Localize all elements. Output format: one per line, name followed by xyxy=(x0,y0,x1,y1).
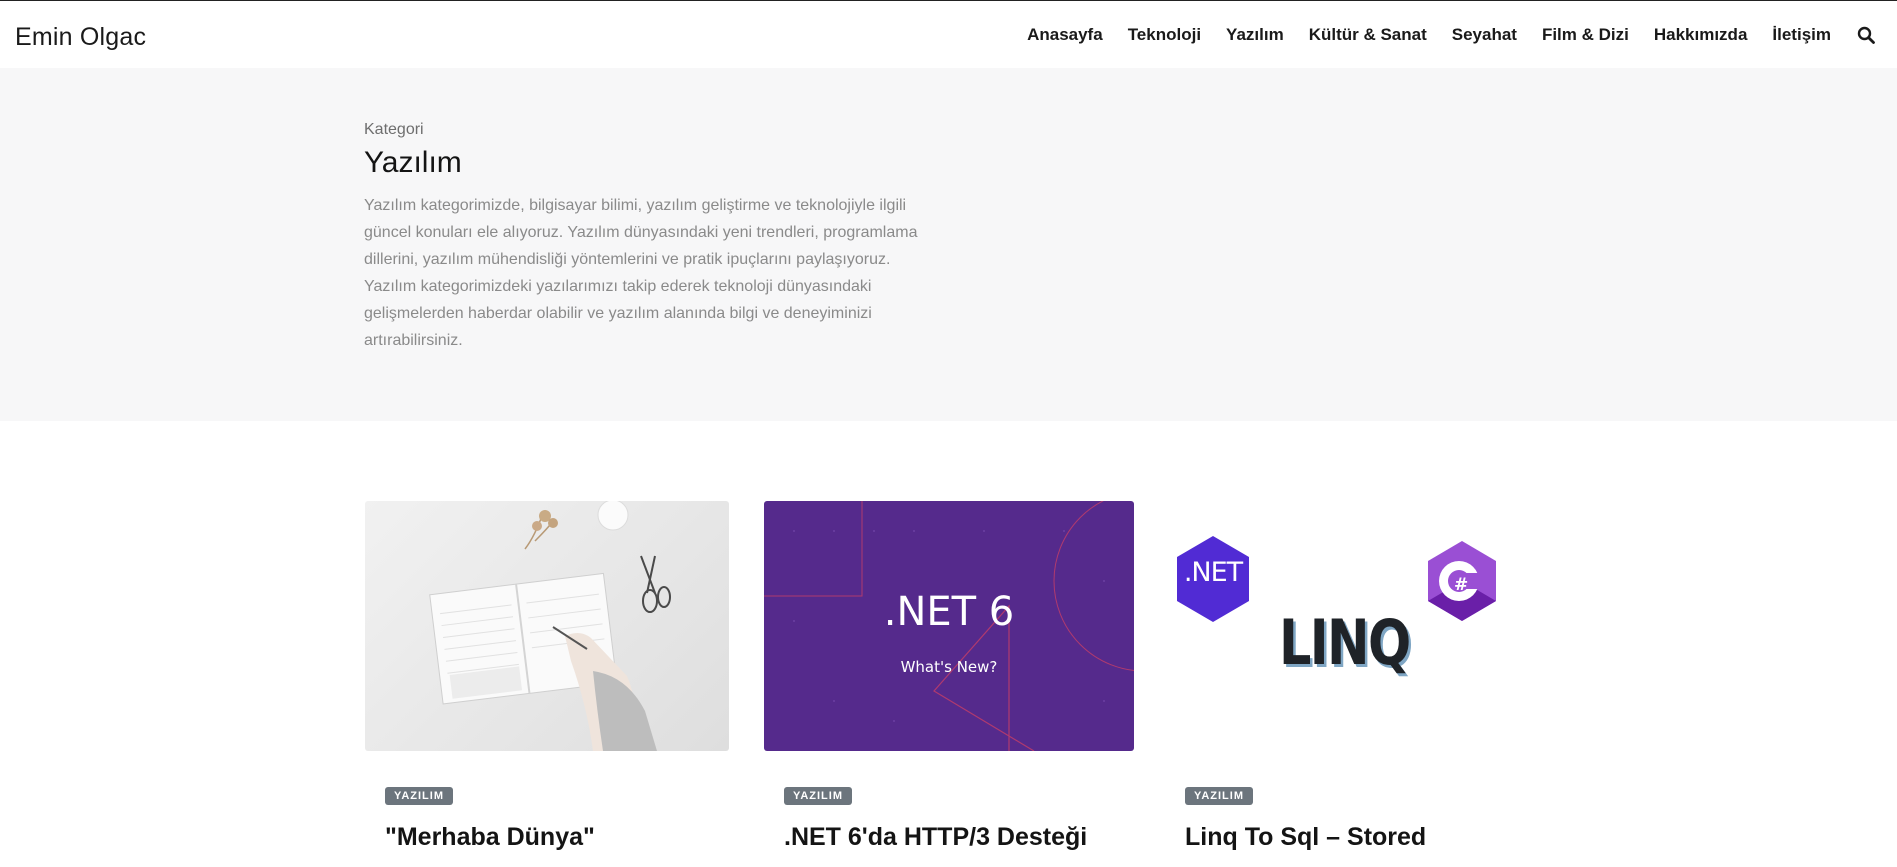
site-header: Emin Olgac Anasayfa Teknoloji Yazılım Kü… xyxy=(0,1,1897,68)
post-title[interactable]: "Merhaba Dünya" xyxy=(385,823,595,852)
nav-item-iletisim[interactable]: İletişim xyxy=(1772,25,1831,45)
post-category-badge[interactable]: YAZILIM xyxy=(1185,787,1253,805)
category-description: Yazılım kategorimizde, bilgisayar bilimi… xyxy=(364,197,918,349)
dotnet-logo-label: .NET xyxy=(1183,557,1243,588)
nav-item-anasayfa[interactable]: Anasayfa xyxy=(1027,25,1103,45)
image-subheadline: What's New? xyxy=(900,658,998,676)
site-brand[interactable]: Emin Olgac xyxy=(15,23,146,52)
post-category-badge[interactable]: YAZILIM xyxy=(784,787,852,805)
post-card[interactable]: YAZILIM "Merhaba Dünya" xyxy=(365,501,729,851)
category-title: Yazılım xyxy=(364,146,462,179)
search-icon[interactable] xyxy=(1857,26,1875,44)
csharp-logo-label: # xyxy=(1454,575,1469,595)
image-headline: LINQ xyxy=(1279,606,1411,679)
nav-item-teknoloji[interactable]: Teknoloji xyxy=(1128,25,1201,45)
post-title[interactable]: Linq To Sql – Stored xyxy=(1185,823,1426,852)
post-image-dotnet6[interactable]: .NET 6 What's New? xyxy=(764,501,1134,751)
post-card[interactable]: .NET # LINQ YAZILIM Linq To Sql – Stored xyxy=(1166,501,1533,851)
category-eyebrow: Kategori xyxy=(364,121,424,138)
image-headline: .NET 6 xyxy=(883,589,1015,635)
nav-item-kultur-sanat[interactable]: Kültür & Sanat xyxy=(1309,25,1427,45)
nav-item-yazilim[interactable]: Yazılım xyxy=(1226,25,1284,45)
nav-item-film-dizi[interactable]: Film & Dizi xyxy=(1542,25,1629,45)
post-category-badge[interactable]: YAZILIM xyxy=(385,787,453,805)
main-nav: Anasayfa Teknoloji Yazılım Kültür & Sana… xyxy=(1002,25,1875,45)
post-image-linq[interactable]: .NET # LINQ xyxy=(1166,501,1533,751)
post-title[interactable]: .NET 6'da HTTP/3 Desteği xyxy=(784,823,1087,852)
category-hero: Kategori Yazılım Yazılım kategorimizde, … xyxy=(0,68,1897,421)
post-image-notebook[interactable] xyxy=(365,501,729,751)
post-card[interactable]: .NET 6 What's New? YAZILIM .NET 6'da HTT… xyxy=(764,501,1134,851)
nav-item-hakkimizda[interactable]: Hakkımızda xyxy=(1654,25,1748,45)
nav-item-seyahat[interactable]: Seyahat xyxy=(1452,25,1517,45)
